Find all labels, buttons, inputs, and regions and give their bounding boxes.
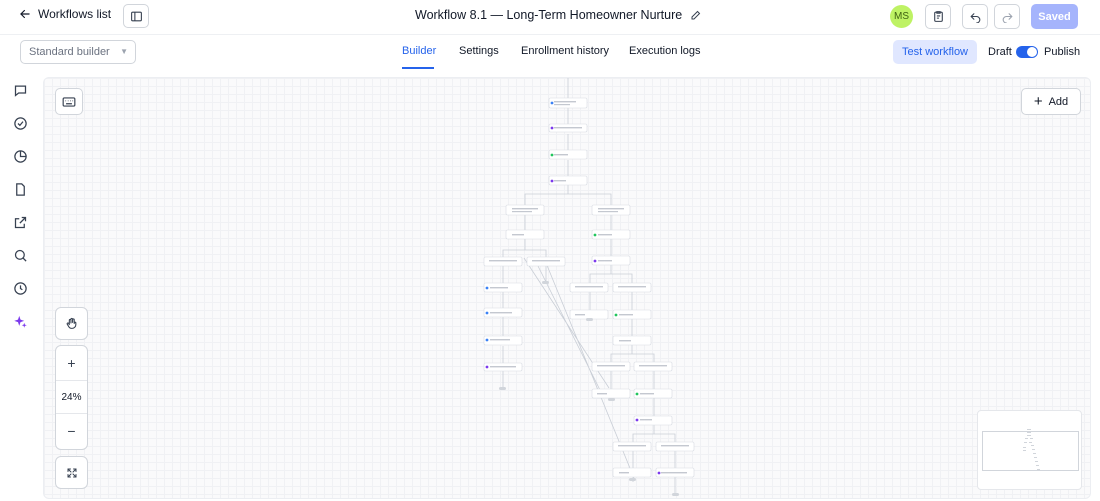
user-avatar[interactable]: MS [890, 5, 913, 28]
fullscreen-icon [67, 468, 76, 477]
redo-icon [1002, 13, 1013, 23]
tab-settings[interactable]: Settings [459, 45, 499, 57]
tab-builder[interactable]: Builder [402, 45, 436, 57]
draft-label: Draft [988, 46, 1012, 58]
undo-button[interactable] [962, 4, 988, 29]
left-rail [0, 68, 42, 501]
search-icon[interactable] [13, 248, 28, 263]
hand-icon [66, 317, 77, 329]
undo-icon [969, 13, 980, 23]
chevron-down-icon: ▼ [120, 47, 128, 56]
minimap-preview [1023, 429, 1040, 470]
zoom-out-button[interactable]: − [56, 414, 87, 448]
workflow-checklist-button[interactable] [925, 4, 951, 29]
minus-icon: − [67, 423, 76, 439]
external-link-icon[interactable] [13, 215, 28, 230]
arrow-left-icon [20, 9, 30, 19]
builder-type-select[interactable]: Standard builder ▼ [20, 40, 136, 64]
fit-view-button[interactable] [55, 456, 88, 489]
redo-button[interactable] [994, 4, 1020, 29]
history-icon[interactable] [13, 281, 28, 296]
saved-button[interactable]: Saved [1031, 4, 1078, 29]
test-workflow-button[interactable]: Test workflow [893, 40, 977, 64]
chat-icon[interactable] [13, 83, 28, 98]
builder-type-value: Standard builder [29, 46, 110, 58]
document-icon[interactable] [13, 182, 28, 197]
zoom-in-button[interactable]: + [56, 346, 87, 380]
active-tab-indicator [402, 67, 434, 69]
workflow-graph [483, 78, 695, 496]
publish-label: Publish [1044, 46, 1081, 58]
zoom-controls: + 24% − [55, 345, 88, 450]
zoom-level: 24% [56, 380, 87, 414]
workflow-title: Workflow 8.1 — Long-Term Homeowner Nurtu… [415, 8, 702, 22]
sparkles-icon[interactable] [13, 314, 28, 329]
sidebar-toggle-button[interactable] [123, 4, 149, 28]
back-label: Workflows list [38, 7, 112, 21]
clipboard-icon [933, 11, 943, 22]
toggle-knob [1027, 47, 1037, 57]
minimap[interactable] [977, 410, 1082, 490]
plus-icon: + [67, 355, 76, 371]
back-to-workflows-link[interactable]: Workflows list [18, 7, 111, 21]
check-circle-icon[interactable] [13, 116, 28, 131]
top-bar: Workflows list Workflow 8.1 — Long-Term … [0, 0, 1100, 34]
workflow-subbar: Standard builder ▼ Builder Settings Enro… [0, 34, 1100, 69]
pan-hand-button[interactable] [55, 307, 88, 340]
workflow-canvas[interactable]: + Add + 24% − [43, 77, 1091, 499]
tab-enrollment-history[interactable]: Enrollment history [521, 45, 609, 57]
pie-chart-icon[interactable] [13, 149, 28, 164]
tab-execution-logs[interactable]: Execution logs [629, 45, 701, 57]
sidebar-panel-icon [130, 11, 142, 21]
edit-pencil-icon[interactable] [690, 9, 702, 21]
publish-toggle[interactable] [1016, 46, 1038, 58]
workflow-title-text: Workflow 8.1 — Long-Term Homeowner Nurtu… [415, 8, 683, 22]
